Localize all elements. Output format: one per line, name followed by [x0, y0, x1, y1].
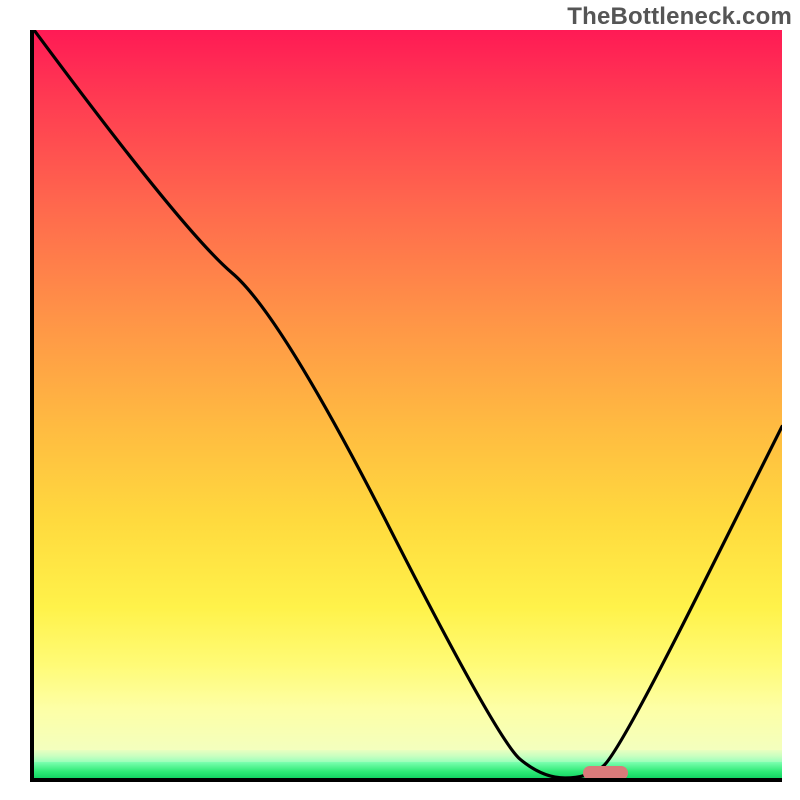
- watermark-text: TheBottleneck.com: [567, 3, 792, 31]
- chart-container: TheBottleneck.com: [0, 0, 800, 800]
- plot-area: [30, 30, 782, 782]
- optimal-marker: [583, 766, 628, 780]
- bottleneck-curve: [34, 30, 782, 778]
